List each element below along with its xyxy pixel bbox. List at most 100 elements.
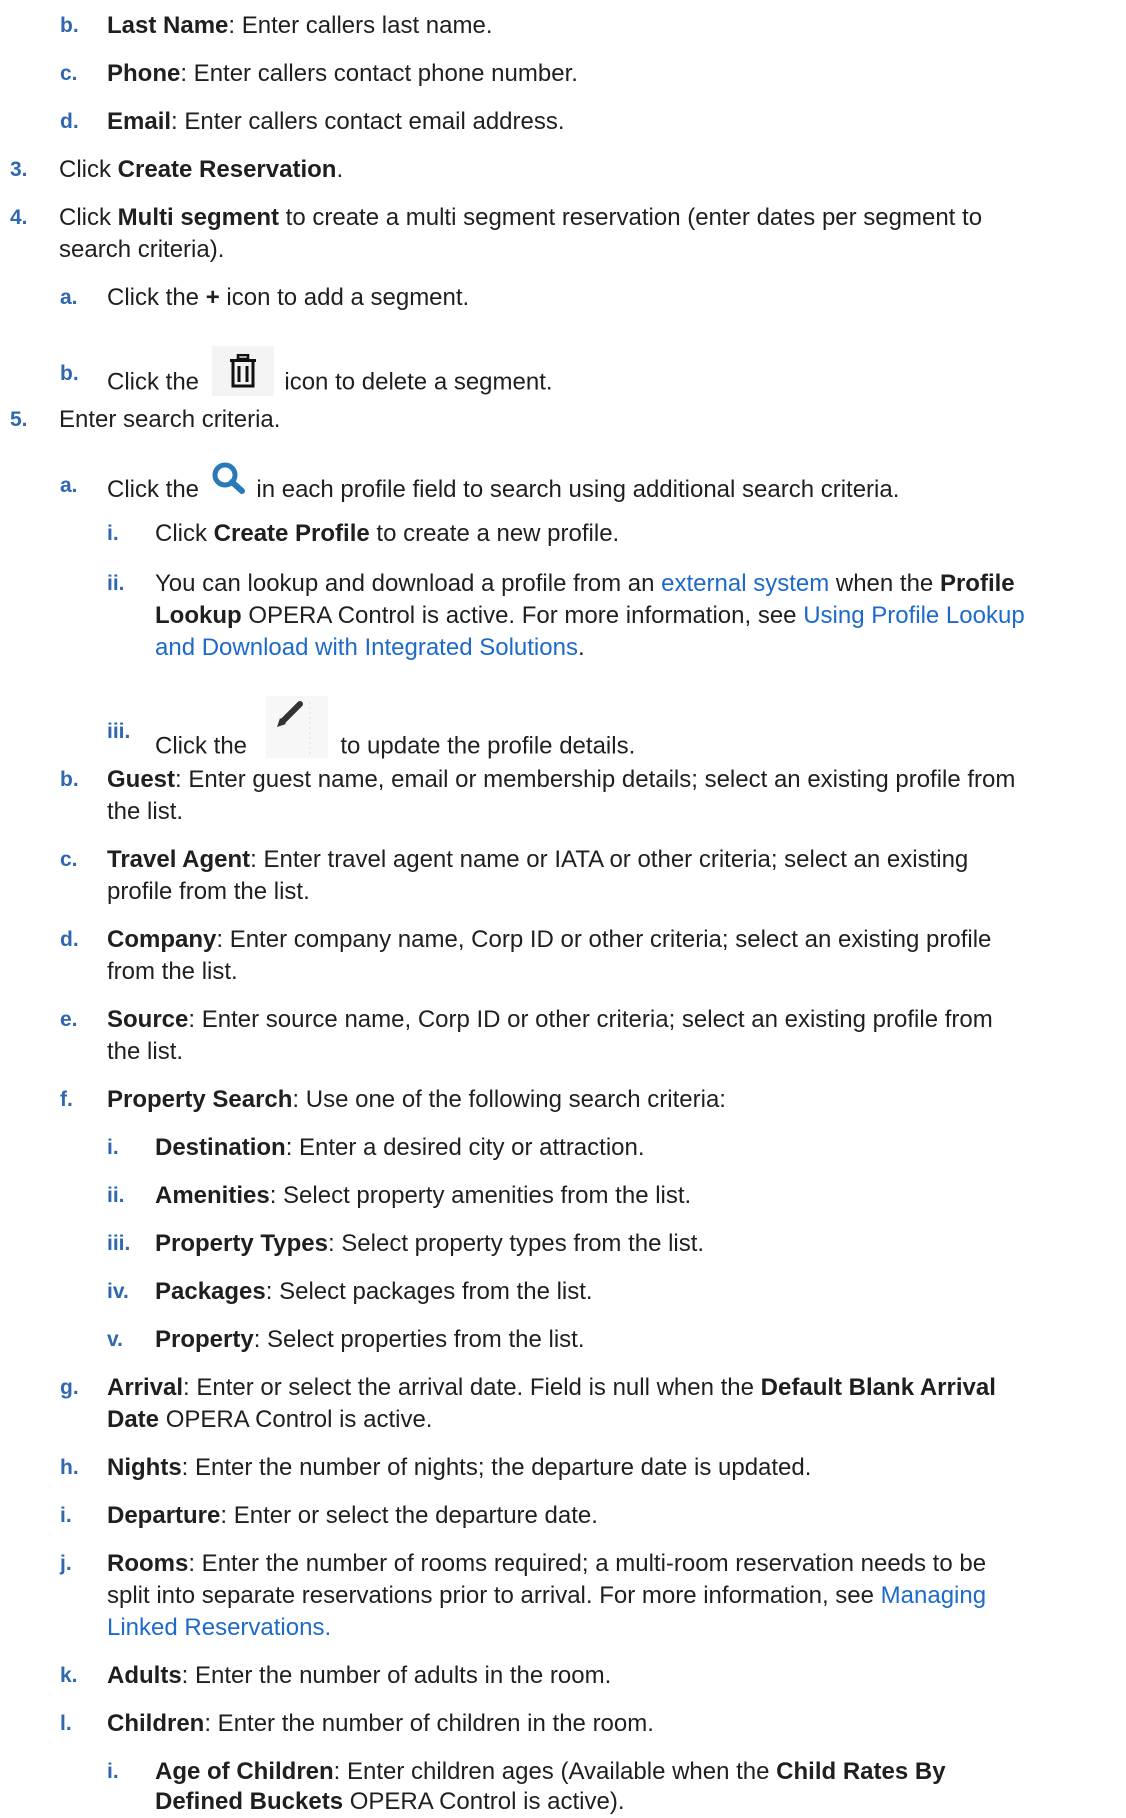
item-text: : Enter or select the arrival date. Fiel… (183, 1374, 761, 1401)
list-marker: 4. (10, 206, 28, 229)
list-marker: k. (60, 1664, 78, 1687)
item-text: to create a new profile. (369, 520, 620, 547)
field-label: Nights (107, 1454, 182, 1481)
item-text: : Select property amenities from the lis… (269, 1182, 692, 1209)
field-label: Source (107, 1006, 189, 1033)
list-marker: d. (60, 110, 79, 133)
external-system-link[interactable]: external system (661, 570, 829, 597)
item-text: : Select properties from the list. (253, 1326, 585, 1353)
field-label: Travel Agent (107, 846, 251, 873)
field-label: Guest (107, 766, 176, 793)
item-text: : Enter travel agent name or IATA or oth… (250, 846, 969, 873)
item-text: : Enter source name, Corp ID or other cr… (188, 1006, 993, 1033)
field-label: Packages (155, 1278, 266, 1305)
search-icon (212, 462, 246, 503)
item-text: Click (155, 520, 214, 547)
pencil-icon (265, 696, 328, 758)
list-marker: h. (60, 1456, 79, 1479)
item-text: : Enter guest name, email or membership … (175, 766, 1016, 793)
list-marker: l. (60, 1712, 72, 1735)
list-marker: e. (60, 1008, 78, 1031)
item-text: Click the (107, 284, 206, 311)
field-label: Phone (107, 60, 181, 87)
list-marker: f. (60, 1088, 73, 1111)
field-label: Defined Buckets (155, 1788, 344, 1815)
list-marker: b. (60, 768, 79, 791)
field-label: Property (155, 1326, 254, 1353)
field-label: Multi segment (117, 204, 280, 231)
field-label: Create Profile (213, 520, 370, 547)
field-label: Profile (939, 570, 1015, 597)
field-label: Destination (155, 1134, 286, 1161)
trash-icon (211, 346, 274, 396)
list-marker: j. (60, 1552, 72, 1575)
item-text: : Select property types from the list. (327, 1230, 705, 1257)
list-marker: c. (60, 848, 78, 871)
list-marker: i. (60, 1504, 72, 1527)
list-marker: b. (60, 362, 79, 385)
field-label: Rooms (107, 1550, 189, 1577)
item-text: profile from the list. (107, 878, 310, 905)
item-text: : Enter the number of adults in the room… (181, 1662, 612, 1689)
item-text: Enter search criteria. (59, 406, 281, 433)
item-text: : Use one of the following search criter… (292, 1086, 726, 1113)
list-marker: iii. (107, 720, 131, 743)
item-text: . (336, 156, 344, 183)
list-marker: ii. (107, 1184, 125, 1207)
item-text: icon to delete a segment. (284, 368, 553, 396)
item-text: OPERA Control is active. (159, 1406, 433, 1433)
list-marker: iii. (107, 1232, 131, 1255)
field-label: Email (107, 108, 172, 135)
field-label: Adults (107, 1662, 182, 1689)
item-text: : Enter the number of nights; the depart… (181, 1454, 812, 1481)
item-text: : Enter company name, Corp ID or other c… (216, 926, 992, 953)
item-text: : Enter callers contact email address. (171, 108, 565, 135)
list-marker: i. (107, 522, 119, 545)
item-text: : Enter a desired city or attraction. (285, 1134, 645, 1161)
item-text: split into separate reservations prior t… (107, 1582, 881, 1609)
field-label: Departure (107, 1502, 221, 1529)
list-marker: b. (60, 14, 79, 37)
field-label: Create Reservation (117, 156, 337, 183)
field-label: Property Types (155, 1230, 328, 1257)
item-text: OPERA Control is active. For more inform… (241, 602, 804, 629)
item-text: Click the (107, 368, 200, 396)
list-marker: c. (60, 62, 78, 85)
field-label: Default Blank Arrival (760, 1374, 996, 1401)
list-marker: d. (60, 928, 79, 951)
item-text: in each profile field to search using ad… (256, 475, 900, 503)
profile-lookup-link[interactable]: Using Profile Lookup (803, 602, 1024, 629)
item-text: the list. (107, 798, 184, 825)
field-label: Lookup (155, 602, 242, 629)
field-label: Date (107, 1406, 160, 1433)
item-text: You can lookup and download a profile fr… (155, 570, 662, 597)
list-marker: iv. (107, 1280, 129, 1303)
list-marker: i. (107, 1136, 119, 1159)
managing-linked-reservations-link[interactable]: Managing (881, 1582, 986, 1609)
field-label: Last Name (107, 12, 229, 39)
item-text: : Enter the number of children in the ro… (204, 1710, 654, 1737)
list-marker: a. (60, 474, 78, 497)
item-text: : Enter callers contact phone number. (180, 60, 578, 87)
list-marker: v. (107, 1328, 123, 1351)
item-text: Click the (155, 732, 248, 760)
document-page: b. Last Name: Enter callers last name. c… (0, 0, 1126, 1815)
item-text: : Enter or select the departure date. (220, 1502, 598, 1529)
managing-linked-reservations-link-cont[interactable]: Linked Reservations (107, 1614, 324, 1641)
field-label: Child Rates By (776, 1758, 946, 1785)
plus-symbol: + (205, 284, 220, 311)
profile-lookup-link-cont[interactable]: and Download with Integrated Solutions (155, 634, 578, 661)
item-text: from the list. (107, 958, 238, 985)
field-label: Property Search (107, 1086, 293, 1113)
item-text: icon to add a segment. (219, 284, 470, 311)
item-text: : Enter children ages (Available when th… (333, 1758, 777, 1785)
list-marker: 5. (10, 408, 28, 431)
link-period[interactable]: . (324, 1614, 331, 1641)
item-text: Click the (107, 475, 200, 503)
field-label: Age of Children (155, 1758, 334, 1785)
item-text: when the (829, 570, 940, 597)
field-label: Amenities (155, 1182, 270, 1209)
item-text: the list. (107, 1038, 184, 1065)
item-text: to update the profile details. (340, 732, 636, 760)
item-text: OPERA Control is active). (343, 1788, 625, 1815)
